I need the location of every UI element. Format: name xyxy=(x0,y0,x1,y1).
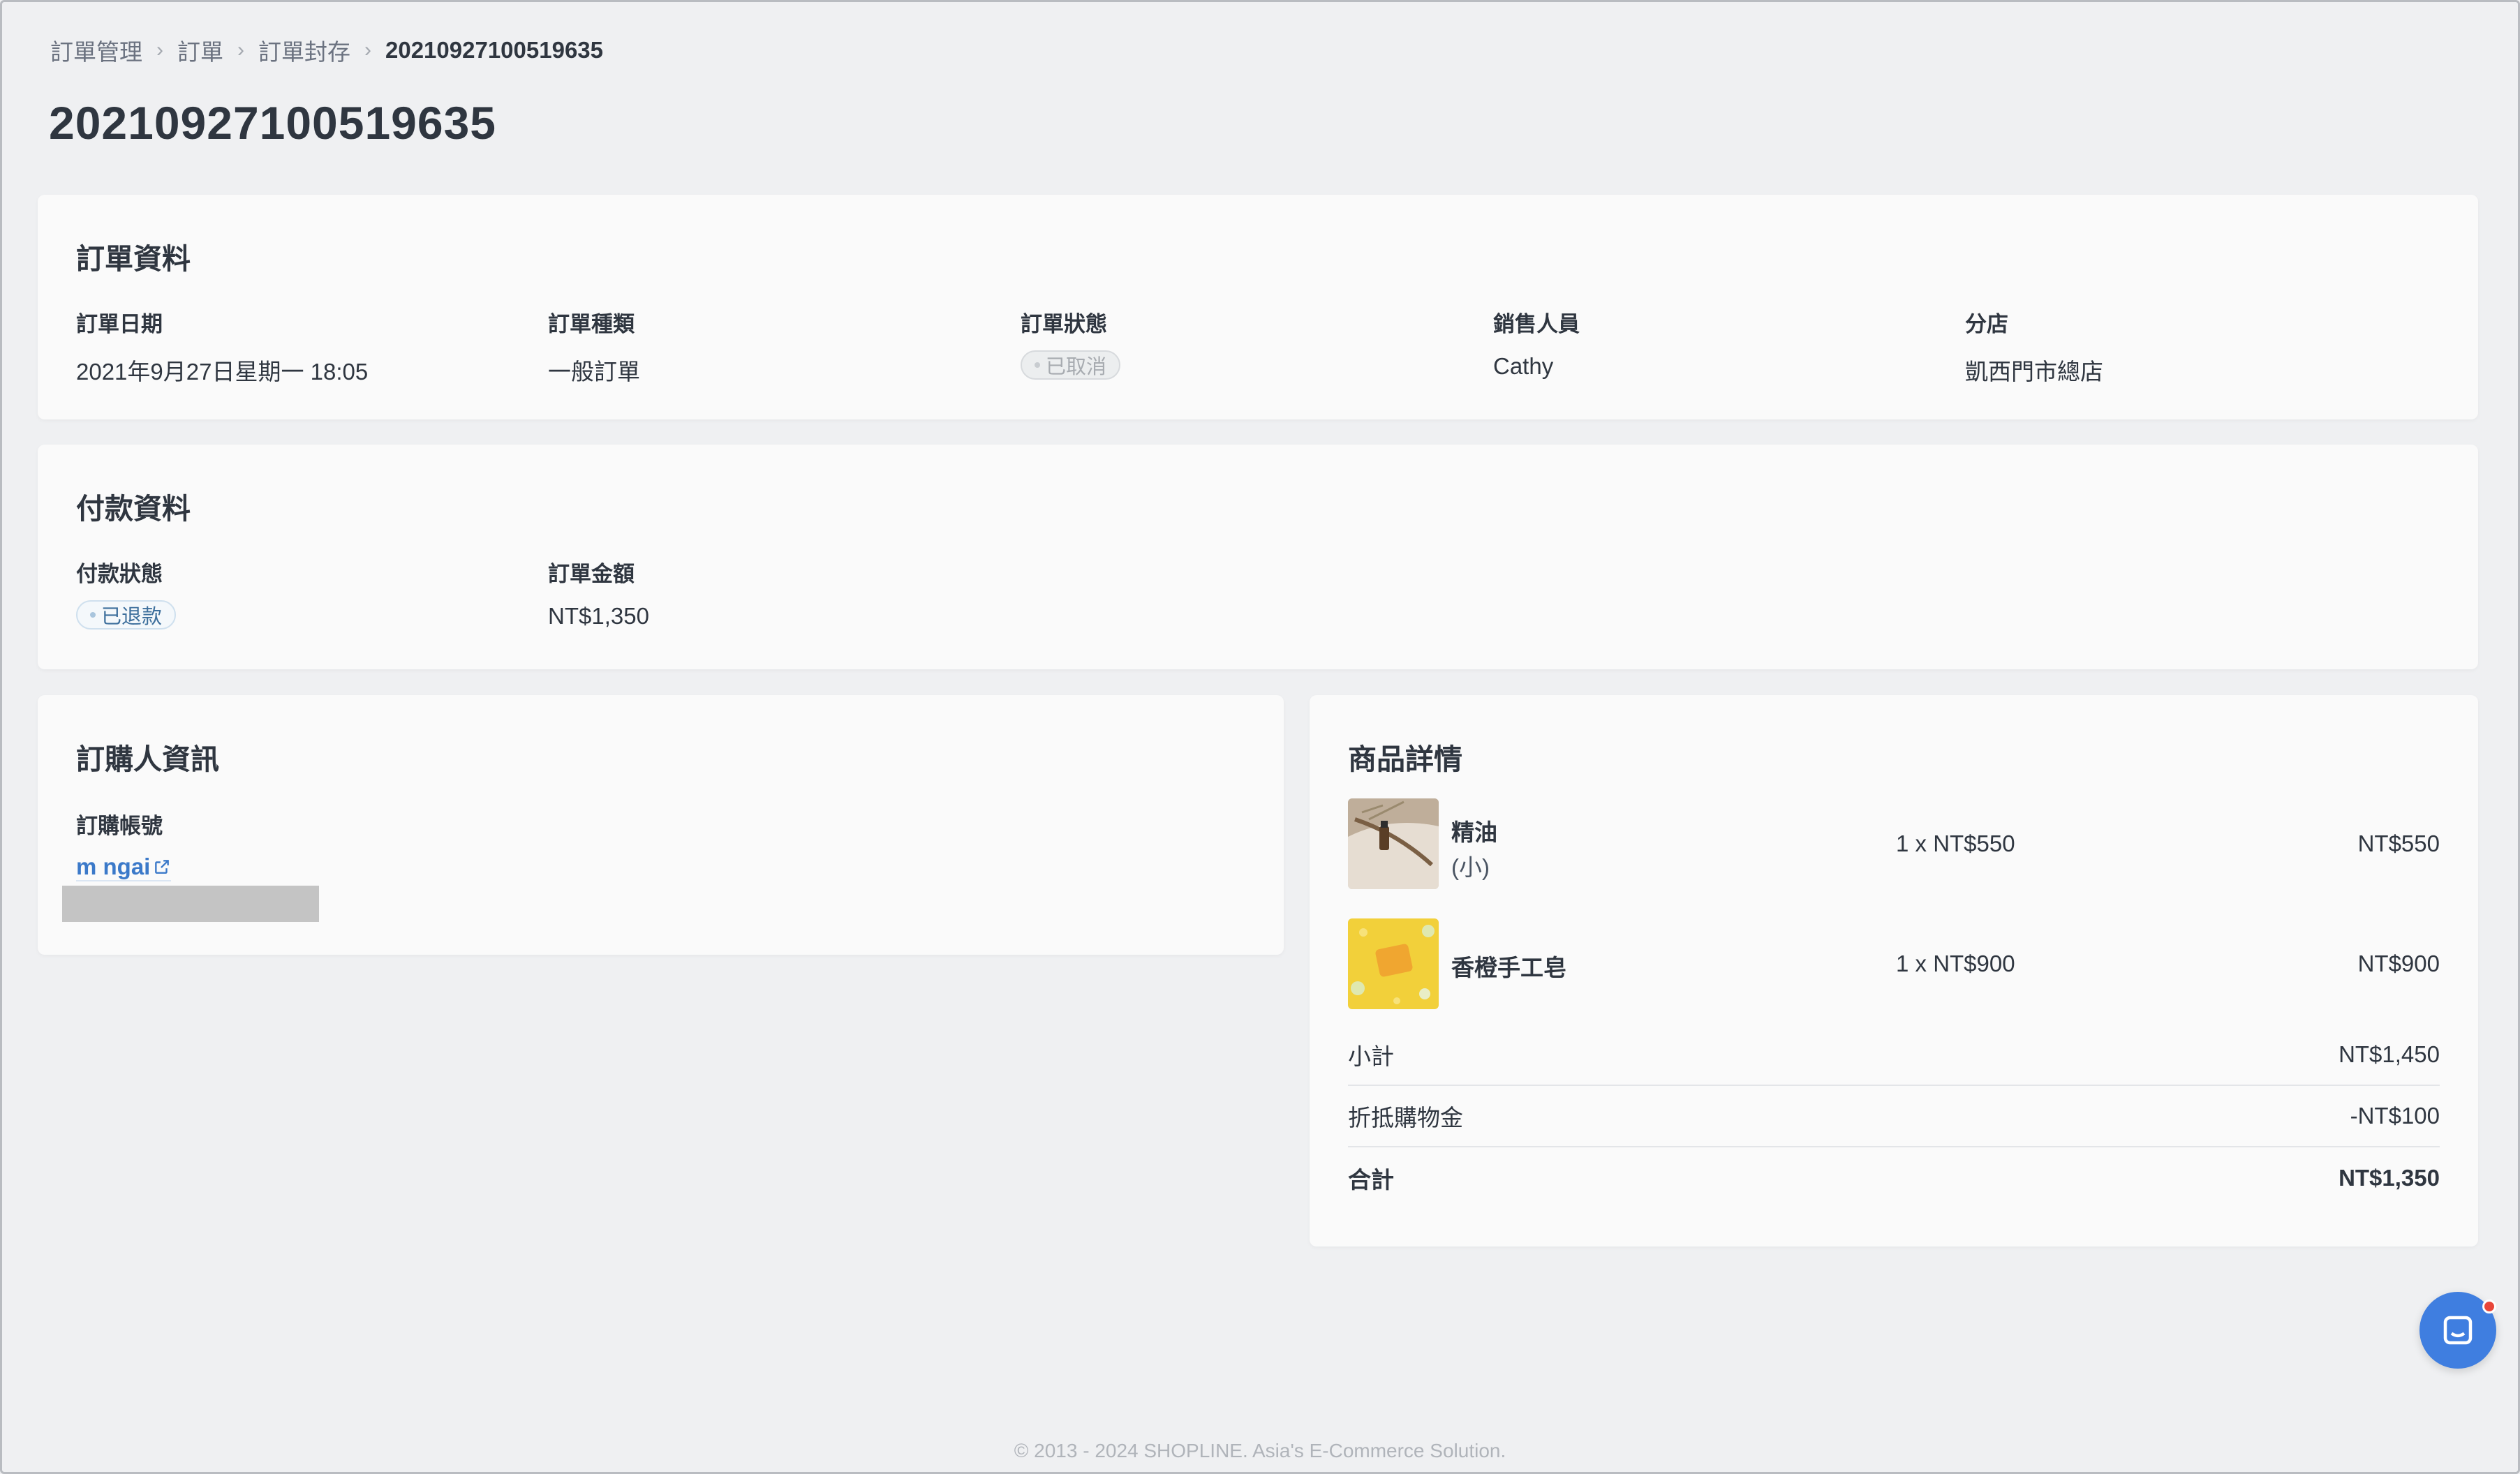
subtotal-label: 小計 xyxy=(1348,1043,1394,1069)
product-qty-price: 1 x NT$550 xyxy=(1896,831,2015,856)
product-row: 香橙手工皂 1 x NT$900 NT$900 xyxy=(1348,918,2440,1009)
breadcrumb-order-archive[interactable]: 訂單封存 xyxy=(258,34,350,67)
branch-label: 分店 xyxy=(1965,312,2008,336)
breadcrumb: 訂單管理 › 訂單 › 訂單封存 › 20210927100519635 xyxy=(50,35,603,66)
order-amount-label: 訂單金額 xyxy=(548,562,635,586)
store-credit-label: 折抵購物金 xyxy=(1348,1105,1463,1131)
chevron-right-icon: › xyxy=(156,38,163,61)
buyer-account-link[interactable]: m ngai xyxy=(76,854,172,881)
total-row: 合計 NT$1,350 xyxy=(1348,1147,2440,1209)
buyer-info-title: 訂購人資訊 xyxy=(76,743,219,775)
buyer-account-name: m ngai xyxy=(76,854,151,879)
store-credit-row: 折抵購物金 -NT$100 xyxy=(1348,1086,2440,1147)
salesperson-value: Cathy xyxy=(1493,353,1554,379)
total-value: NT$1,350 xyxy=(2339,1165,2440,1191)
order-type-field: 訂單種類 一般訂單 xyxy=(548,306,640,387)
payment-status-label: 付款狀態 xyxy=(76,562,163,586)
subtotal-row: 小計 NT$1,450 xyxy=(1348,1025,2440,1086)
salesperson-label: 銷售人員 xyxy=(1493,312,1580,336)
product-total: NT$900 xyxy=(2357,951,2440,976)
chat-icon xyxy=(2443,1316,2473,1345)
buyer-account-field: 訂購帳號 m ngai xyxy=(76,808,172,881)
order-status-badge: 已取消 xyxy=(1021,350,1121,380)
order-status-field: 訂單狀態 已取消 xyxy=(1021,306,1121,380)
payment-status-badge: 已退款 xyxy=(76,600,177,630)
status-dot-icon xyxy=(90,612,96,618)
product-name: 香橙手工皂 xyxy=(1451,955,1566,981)
redacted-info xyxy=(62,886,319,922)
product-details-card: 商品詳情 精油 (小) 1 x NT$550 NT$550 香橙手工皂 1 x … xyxy=(1310,695,2478,1246)
chevron-right-icon: › xyxy=(237,38,244,61)
payment-info-card: 付款資料 付款狀態 已退款 訂單金額 NT$1,350 xyxy=(38,445,2478,669)
buyer-account-label: 訂購帳號 xyxy=(76,814,163,838)
product-row: 精油 (小) 1 x NT$550 NT$550 xyxy=(1348,798,2440,889)
product-variant: (小) xyxy=(1451,854,1490,880)
product-total: NT$550 xyxy=(2357,831,2440,856)
subtotal-value: NT$1,450 xyxy=(2339,1041,2440,1067)
footer-copyright: © 2013 - 2024 SHOPLINE. Asia's E-Commerc… xyxy=(1014,1440,1506,1461)
branch-field: 分店 凱西門市總店 xyxy=(1965,306,2103,387)
breadcrumb-order-management[interactable]: 訂單管理 xyxy=(50,34,142,67)
payment-status-field: 付款狀態 已退款 xyxy=(76,556,177,630)
order-info-title: 訂單資料 xyxy=(76,243,191,275)
breadcrumb-current-order: 20210927100519635 xyxy=(385,37,604,63)
store-credit-value: -NT$100 xyxy=(2350,1103,2440,1129)
order-date-value: 2021年9月27日星期一 18:05 xyxy=(76,359,369,385)
total-label: 合計 xyxy=(1348,1167,1394,1193)
order-info-card: 訂單資料 訂單日期 2021年9月27日星期一 18:05 訂單種類 一般訂單 … xyxy=(38,195,2478,419)
product-details-title: 商品詳情 xyxy=(1348,743,1462,775)
salesperson-field: 銷售人員 Cathy xyxy=(1493,306,1580,380)
order-status-value: 已取消 xyxy=(1046,356,1107,378)
order-date-label: 訂單日期 xyxy=(76,312,163,336)
orange-soap-image xyxy=(1348,918,1439,1009)
payment-status-value: 已退款 xyxy=(101,606,163,628)
order-status-label: 訂單狀態 xyxy=(1021,312,1107,336)
order-amount-value: NT$1,350 xyxy=(548,603,649,629)
order-amount-field: 訂單金額 NT$1,350 xyxy=(548,556,649,630)
order-date-field: 訂單日期 2021年9月27日星期一 18:05 xyxy=(76,306,368,387)
breadcrumb-orders[interactable]: 訂單 xyxy=(177,34,223,67)
chevron-right-icon: › xyxy=(364,38,371,61)
order-type-value: 一般訂單 xyxy=(548,359,640,385)
product-qty-price: 1 x NT$900 xyxy=(1896,951,2015,976)
product-name: 精油 xyxy=(1451,819,1497,845)
external-link-icon xyxy=(155,860,170,874)
notification-dot xyxy=(2482,1300,2496,1313)
buyer-info-card: 訂購人資訊 訂購帳號 m ngai xyxy=(38,695,1284,955)
order-type-label: 訂單種類 xyxy=(548,312,635,336)
page-title: 20210927100519635 xyxy=(49,97,497,149)
status-dot-icon xyxy=(1035,362,1040,368)
payment-info-title: 付款資料 xyxy=(76,493,191,525)
essential-oil-image xyxy=(1348,798,1439,889)
branch-value: 凱西門市總店 xyxy=(1965,359,2103,385)
